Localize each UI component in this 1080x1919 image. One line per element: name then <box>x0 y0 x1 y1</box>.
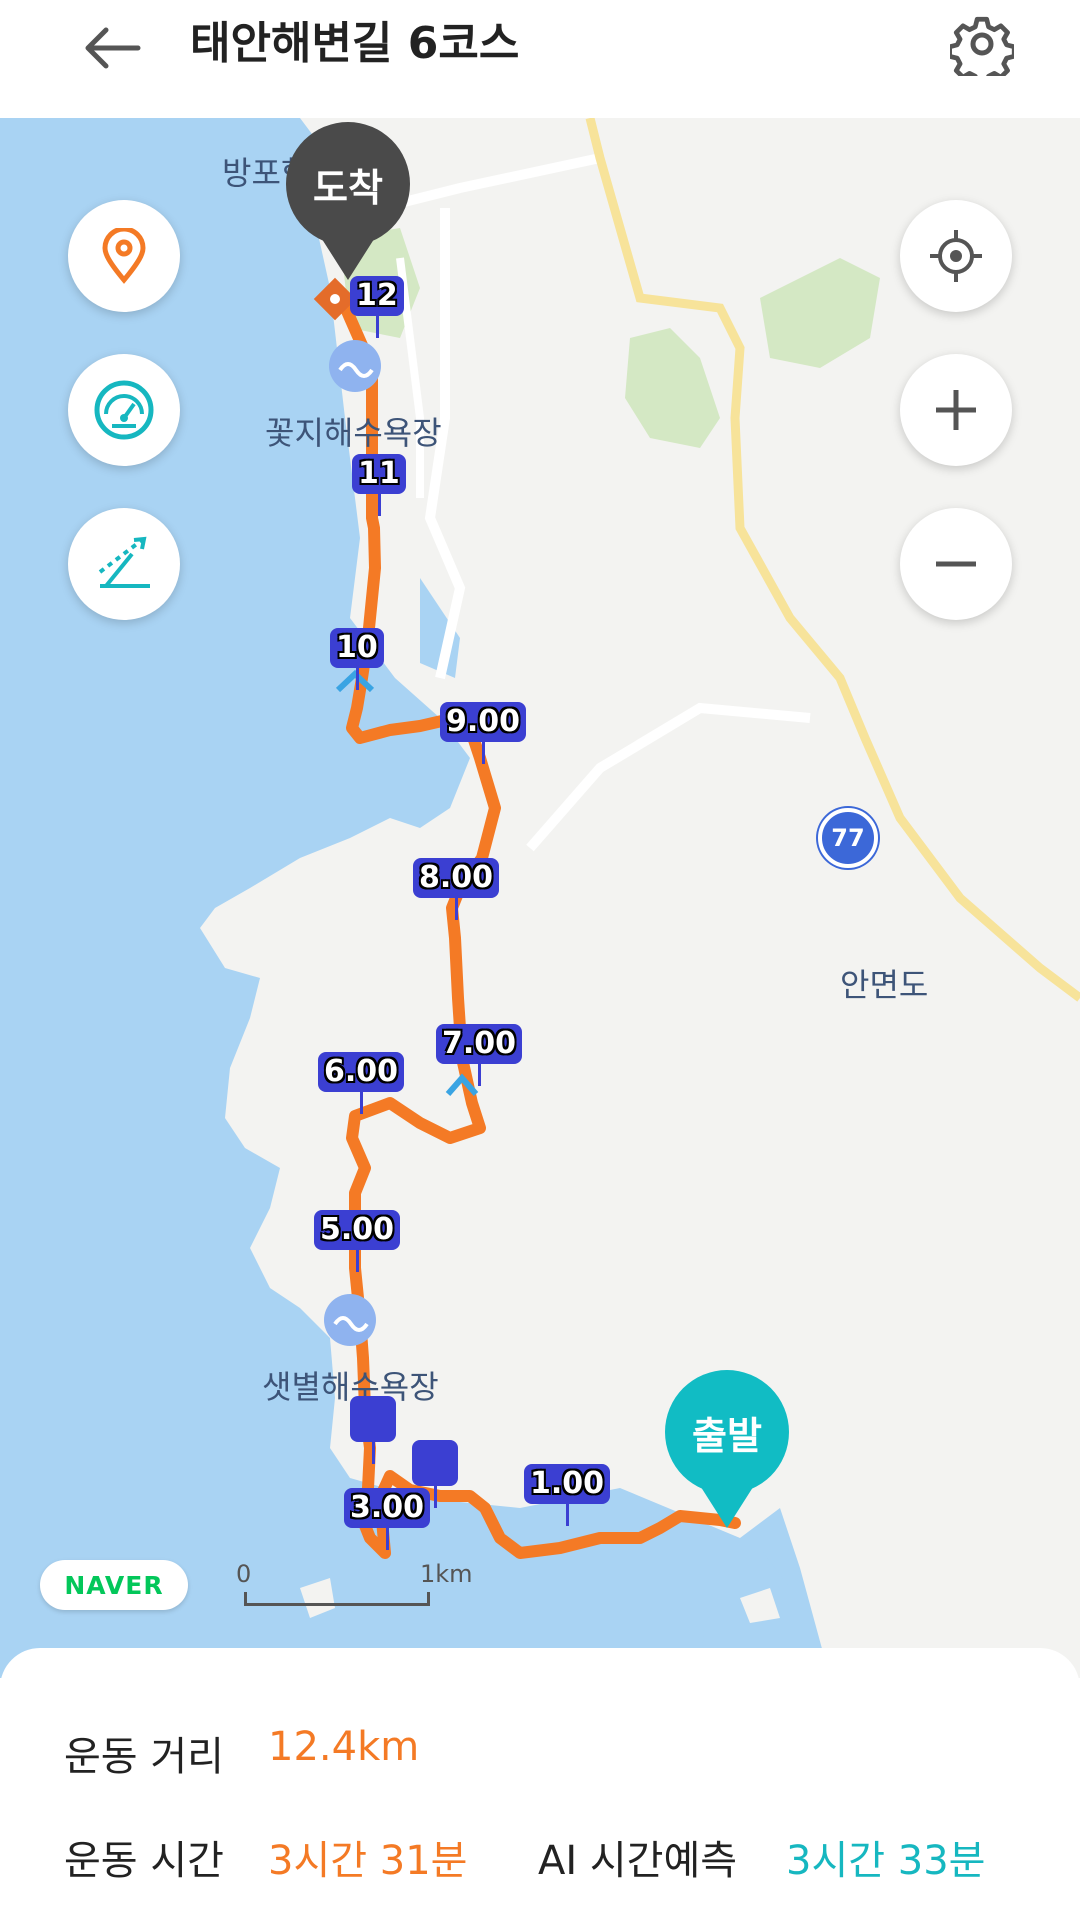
km-marker-8[interactable]: 8.00 <box>413 858 500 920</box>
zoom-out-button[interactable] <box>900 508 1012 620</box>
zoom-in-button[interactable] <box>900 354 1012 466</box>
start-pin[interactable]: 출발 <box>665 1370 789 1528</box>
scale-bar <box>244 1592 430 1606</box>
plus-icon <box>936 390 976 430</box>
park-area <box>625 328 720 448</box>
crosshair-icon <box>930 230 982 282</box>
arrow-left-icon <box>85 27 141 69</box>
route-number-badge: 77 <box>818 808 878 868</box>
app-header: 태안해변길 6코스 <box>0 0 1080 118</box>
km-marker-10[interactable]: 10 <box>330 628 384 690</box>
naver-logo: NAVER <box>40 1560 188 1610</box>
map-label-anmyeondo: 안면도 <box>840 966 929 1004</box>
km-marker-7[interactable]: 7.00 <box>436 1024 523 1086</box>
finish-pin[interactable]: 도착 <box>286 122 410 280</box>
map-base <box>0 118 1080 1678</box>
location-pin-button[interactable] <box>68 200 180 312</box>
minus-icon <box>936 561 976 567</box>
local-road <box>526 702 811 852</box>
km-marker-9[interactable]: 9.00 <box>440 702 527 764</box>
speedometer-icon <box>94 380 154 440</box>
km-marker-1[interactable]: 1.00 <box>524 1464 611 1526</box>
page-title: 태안해변길 6코스 <box>190 18 520 69</box>
ai-prediction-value: 3시간 33분 <box>786 1838 986 1884</box>
my-location-button[interactable] <box>900 200 1012 312</box>
km-marker-3[interactable]: 3.00 <box>344 1488 431 1550</box>
park-area <box>760 258 880 368</box>
km-marker-5[interactable]: 5.00 <box>314 1210 401 1272</box>
map-label-kkotji-beach: 꽃지해수욕장 <box>265 414 442 452</box>
km-marker-6[interactable]: 6.00 <box>318 1052 405 1114</box>
speedometer-button[interactable] <box>68 354 180 466</box>
ai-prediction-label: AI 시간예측 <box>538 1838 738 1884</box>
gear-icon <box>950 16 1014 76</box>
stats-sheet: 운동 거리 12.4km 운동 시간 3시간 31분 AI 시간예측 3시간 3… <box>0 1648 1080 1919</box>
back-button[interactable] <box>72 8 152 88</box>
km-marker-12[interactable]: 12 <box>350 276 404 338</box>
time-value: 3시간 31분 <box>268 1838 468 1884</box>
course-map[interactable]: 방포항 꽃지해수욕장 샛별해수욕장 안면도 77 도착 출발 12 11 10 … <box>0 118 1080 1678</box>
location-pin-icon <box>102 228 146 284</box>
elevation-button[interactable] <box>68 508 180 620</box>
distance-value: 12.4km <box>268 1724 420 1770</box>
km-marker-2[interactable] <box>412 1440 458 1508</box>
scale-start-label: 0 <box>236 1560 252 1588</box>
elevation-slope-icon <box>98 536 150 588</box>
scale-end-label: 1km <box>420 1560 473 1588</box>
km-marker-11[interactable]: 11 <box>352 454 406 516</box>
distance-label: 운동 거리 <box>64 1734 224 1780</box>
time-label: 운동 시간 <box>64 1838 224 1884</box>
km-marker-4[interactable] <box>350 1396 396 1464</box>
settings-button[interactable] <box>940 2 1024 86</box>
